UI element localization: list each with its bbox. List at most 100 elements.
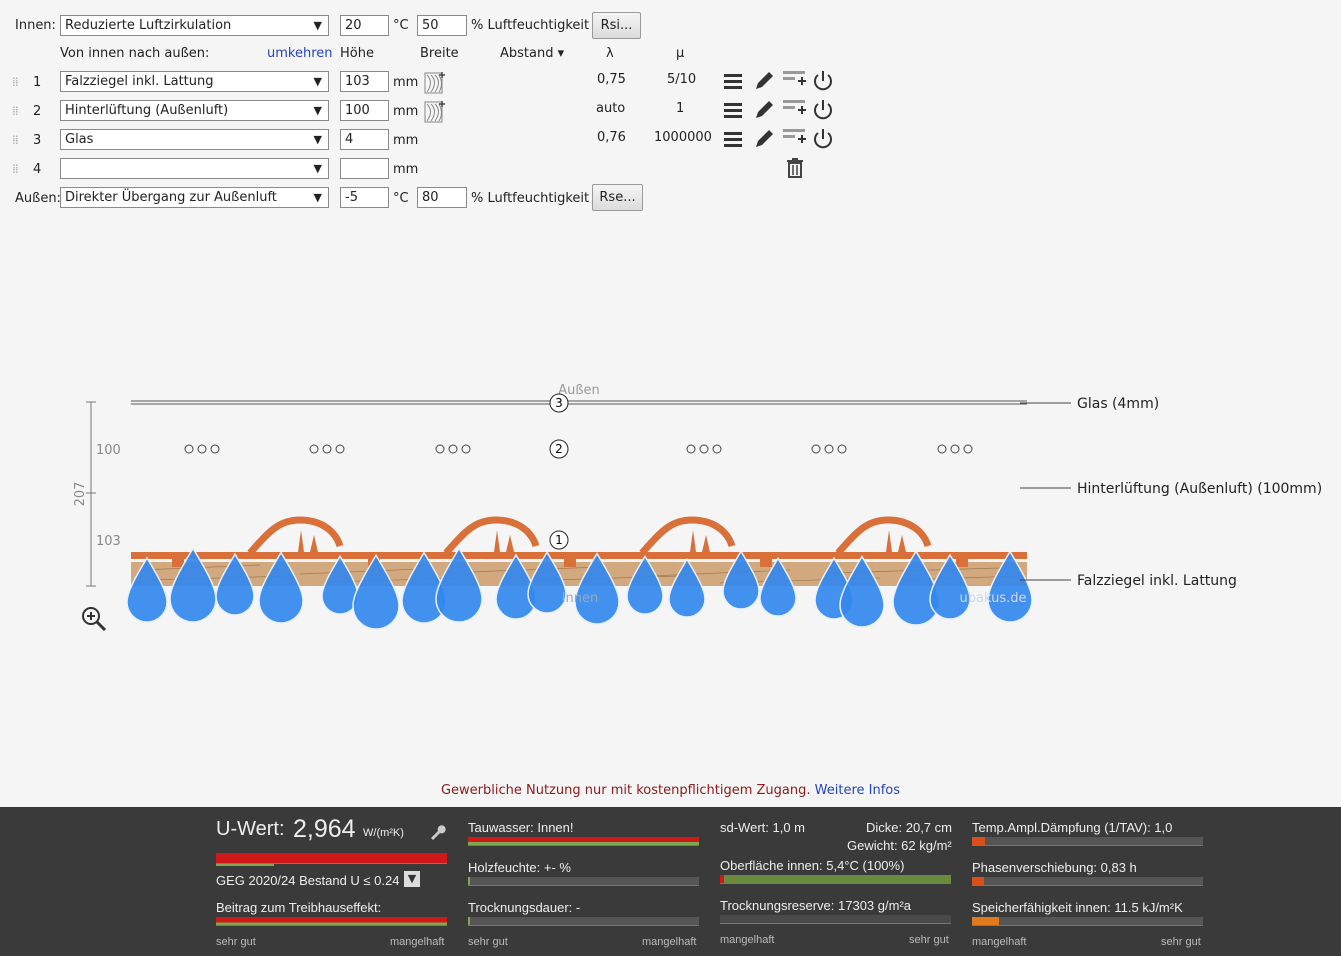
outdoor-temp-unit: °C bbox=[393, 191, 409, 206]
layer-thickness-input[interactable]: 100 bbox=[340, 100, 389, 121]
outdoor-label: Außen: bbox=[15, 191, 61, 206]
uwert-label: U-Wert: bbox=[216, 818, 285, 840]
notice-text: Gewerbliche Nutzung nur mit kostenpflich… bbox=[440, 783, 811, 798]
power-icon[interactable] bbox=[814, 71, 832, 91]
reverse-link[interactable]: umkehren bbox=[267, 46, 333, 61]
greenhouse-bar bbox=[216, 917, 447, 926]
layer-number: 2 bbox=[33, 104, 42, 119]
greenhouse-label: Beitrag zum Treibhauseffekt: bbox=[216, 900, 382, 915]
rsi-button[interactable]: Rsi... bbox=[592, 12, 641, 39]
wood-texture-add-icon[interactable] bbox=[424, 99, 446, 127]
drag-handle-icon[interactable]: ⁞⁞ bbox=[12, 75, 19, 89]
wrench-icon[interactable] bbox=[428, 823, 446, 841]
layer-unit: mm bbox=[393, 133, 419, 148]
thickness-value: Dicke: 20,7 cm bbox=[866, 820, 952, 835]
layer-thickness-input[interactable] bbox=[340, 158, 389, 179]
zoom-in-icon[interactable] bbox=[80, 605, 108, 633]
pencil-icon[interactable] bbox=[756, 101, 773, 118]
drag-handle-icon[interactable]: ⁞⁞ bbox=[12, 162, 19, 176]
menu-icon[interactable] bbox=[724, 132, 742, 147]
outdoor-humidity-label: % Luftfeuchtigkeit bbox=[471, 191, 590, 206]
scale-good: sehr gut bbox=[468, 936, 508, 948]
layer-actions bbox=[724, 71, 832, 178]
rse-button[interactable]: Rse... bbox=[592, 184, 643, 211]
uwert-bar-limit bbox=[216, 864, 274, 866]
scale-good: sehr gut bbox=[216, 936, 256, 948]
construction-diagram: 207 100 103 Außen Innen ubakus.de 3 2 1 … bbox=[73, 383, 1322, 630]
layer-material-value: Falzziegel inkl. Lattung bbox=[65, 74, 214, 89]
layer-material-select[interactable]: ▼ bbox=[60, 158, 329, 179]
surface-temp-label: Oberfläche innen: 5,4°C (100%) bbox=[720, 858, 905, 873]
layer-mu: 1 bbox=[676, 101, 685, 116]
surface-temp-bar bbox=[720, 875, 951, 884]
insert-layer-icon[interactable] bbox=[783, 129, 806, 143]
layer-unit: mm bbox=[393, 75, 419, 90]
insert-layer-icon[interactable] bbox=[783, 100, 806, 114]
layer-material-select[interactable]: Falzziegel inkl. Lattung ▼ bbox=[60, 71, 329, 92]
sd-value: sd-Wert: 1,0 m bbox=[720, 820, 806, 835]
drag-handle-icon[interactable]: ⁞⁞ bbox=[12, 104, 19, 118]
menu-icon[interactable] bbox=[724, 103, 742, 118]
outdoor-temp-input[interactable]: -5 bbox=[340, 187, 389, 208]
callout-glass: Glas (4mm) bbox=[1077, 396, 1159, 412]
height-header: Höhe bbox=[340, 46, 374, 61]
indoor-temp-input[interactable]: 20 bbox=[340, 15, 389, 36]
menu-icon[interactable] bbox=[724, 74, 742, 89]
dropdown-arrow-icon: ▼ bbox=[313, 191, 322, 204]
layer-material-select[interactable]: Hinterlüftung (Außenluft) ▼ bbox=[60, 100, 329, 121]
outdoor-humidity-input[interactable]: 80 bbox=[417, 187, 467, 208]
tile-layer bbox=[131, 516, 1027, 586]
dropdown-arrow-icon: ▼ bbox=[313, 19, 322, 32]
trocknungsdauer-bar bbox=[468, 917, 699, 926]
drag-handle-icon[interactable]: ⁞⁞ bbox=[12, 133, 19, 147]
pencil-icon[interactable] bbox=[756, 130, 773, 147]
inside-label: Innen bbox=[562, 591, 599, 606]
spacing-header[interactable]: Abstand ▾ bbox=[500, 46, 564, 61]
glass-layer bbox=[131, 400, 1027, 405]
dim-total-label: 207 bbox=[73, 482, 88, 507]
tauwasser-bar bbox=[468, 837, 699, 846]
trocknungsdauer-label: Trocknungsdauer: - bbox=[468, 900, 581, 915]
indoor-climate-select[interactable]: Reduzierte Luftzirkulation ▼ bbox=[60, 15, 329, 36]
pencil-icon[interactable] bbox=[756, 72, 773, 89]
power-icon[interactable] bbox=[814, 100, 832, 120]
power-icon[interactable] bbox=[814, 129, 832, 149]
layer-number: 4 bbox=[33, 162, 42, 177]
insert-layer-icon[interactable] bbox=[783, 71, 806, 85]
layer-thickness-input[interactable]: 4 bbox=[340, 129, 389, 150]
trash-icon[interactable] bbox=[787, 158, 803, 178]
callout-tiles: Falzziegel inkl. Lattung bbox=[1077, 573, 1237, 589]
tav-label: Temp.Ampl.Dämpfung (1/TAV): 1,0 bbox=[972, 820, 1173, 835]
phase-bar bbox=[972, 877, 1203, 886]
indoor-humidity-label: % Luftfeuchtigkeit bbox=[471, 18, 590, 33]
scale-bad: mangelhaft bbox=[972, 936, 1027, 948]
layer-marker-label: 2 bbox=[555, 442, 563, 456]
condensation-drops bbox=[126, 546, 1033, 630]
holzfeuchte-label: Holzfeuchte: +- % bbox=[468, 860, 571, 875]
more-info-link[interactable]: Weitere Infos bbox=[815, 783, 900, 798]
tav-bar bbox=[972, 837, 1203, 846]
uwert-unit: W/(m²K) bbox=[363, 827, 404, 839]
layer-material-value: Glas bbox=[65, 132, 94, 147]
geg-dropdown-icon[interactable]: ▼ bbox=[404, 871, 420, 887]
holzfeuchte-bar bbox=[468, 877, 699, 886]
air-gap-layer bbox=[184, 444, 973, 454]
outdoor-climate-value: Direkter Übergang zur Außenluft bbox=[65, 190, 277, 205]
layer-material-value: Hinterlüftung (Außenluft) bbox=[65, 103, 229, 118]
water-drop-icon bbox=[527, 550, 567, 614]
layer-number: 1 bbox=[33, 75, 42, 90]
layer-material-select[interactable]: Glas ▼ bbox=[60, 129, 329, 150]
layer-thickness-input[interactable]: 103 bbox=[340, 71, 389, 92]
layer-lambda: auto bbox=[596, 101, 626, 116]
water-drop-icon bbox=[435, 546, 483, 623]
dim-lower-label: 103 bbox=[96, 534, 121, 549]
width-header: Breite bbox=[420, 46, 459, 61]
drying-reserve-bar bbox=[720, 915, 951, 924]
weight-value: Gewicht: 62 kg/m² bbox=[847, 838, 952, 853]
wood-texture-add-icon[interactable] bbox=[424, 70, 446, 98]
dim-upper-label: 100 bbox=[96, 443, 121, 458]
outdoor-climate-select[interactable]: Direkter Übergang zur Außenluft ▼ bbox=[60, 187, 329, 208]
water-drop-icon bbox=[722, 549, 760, 610]
layer-unit: mm bbox=[393, 104, 419, 119]
indoor-humidity-input[interactable]: 50 bbox=[417, 15, 467, 36]
